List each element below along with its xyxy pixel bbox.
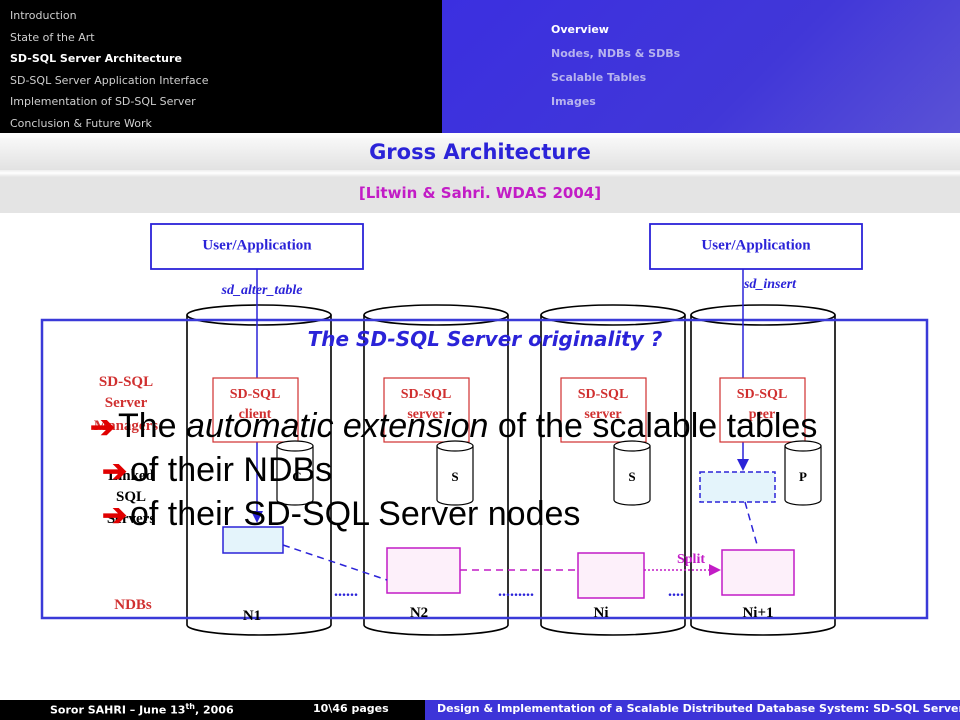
bullet-1: ➔The automatic extension of the scalable… — [90, 405, 950, 449]
dots-2: ......... — [498, 583, 534, 600]
bullet-1-post: of the scalable tables — [488, 407, 818, 445]
bullet-1-pre: The — [118, 407, 187, 445]
bullet-3-text: of their SD-SQL Server nodes — [130, 495, 581, 533]
originality-bullets: ➔The automatic extension of the scalable… — [90, 405, 950, 537]
split-label: Split — [677, 552, 705, 567]
cmd-sd-insert: sd_insert — [743, 277, 797, 292]
box-client-line1: SD-SQL — [230, 387, 281, 402]
node-label-ni: Ni — [594, 605, 609, 621]
label-ndbs: NDBs — [114, 597, 152, 613]
dots-1: ...... — [334, 583, 358, 600]
arrow-bullet-icon: ➔ — [90, 411, 116, 444]
partition-n2 — [386, 547, 461, 594]
label-managers-1: SD-SQL — [99, 374, 153, 390]
box-server-ni-line1: SD-SQL — [578, 387, 629, 402]
originality-title: The SD-SQL Server originality ? — [307, 327, 663, 351]
footer-author: Soror SAHRI – June 13th, 2006 — [50, 702, 234, 717]
footer-talk-title: Design & Implementation of a Scalable Di… — [437, 702, 960, 715]
box-peer-line1: SD-SQL — [737, 387, 788, 402]
user-app-right-label: User/Application — [701, 237, 811, 253]
node-label-ni1: Ni+1 — [742, 605, 773, 621]
dots-3: .... — [668, 583, 684, 600]
footer-pages: 10\46 pages — [313, 702, 389, 715]
arrow-bullet-icon: ➔ — [102, 499, 128, 532]
partition-ni — [577, 552, 645, 599]
node-label-n1: N1 — [243, 608, 261, 624]
arrow-bullet-icon: ➔ — [102, 455, 128, 488]
node-label-n2: N2 — [410, 605, 428, 621]
partition-ni1 — [721, 549, 795, 596]
box-server-n2-line1: SD-SQL — [401, 387, 452, 402]
bullet-2-text: of their NDBs — [130, 451, 333, 489]
cmd-sd-alter-table: sd_alter_table — [221, 283, 303, 298]
bullet-1-emphasis: automatic extension — [186, 407, 489, 445]
user-app-left-label: User/Application — [202, 237, 312, 253]
bullet-3: ➔of their SD-SQL Server nodes — [90, 493, 950, 537]
bullet-2: ➔of their NDBs — [90, 449, 950, 493]
architecture-diagram: User/Application User/Application sd_alt… — [40, 223, 929, 636]
